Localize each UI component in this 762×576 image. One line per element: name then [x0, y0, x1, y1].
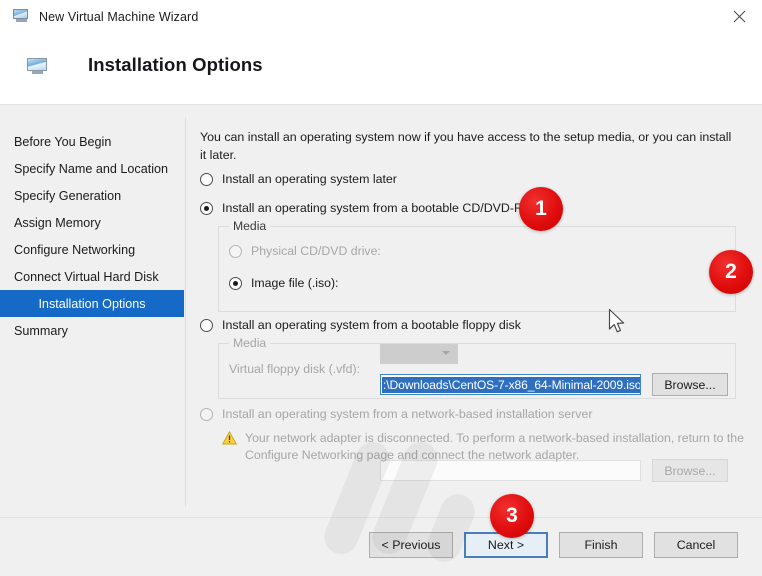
footer-buttons: < Previous Next > Finish Cancel [369, 532, 738, 558]
sidebar-item-assign-memory[interactable]: Assign Memory [0, 209, 184, 236]
previous-button-label: < Previous [382, 538, 441, 552]
sidebar-item-summary[interactable]: Summary [0, 317, 184, 344]
finish-button-label: Finish [584, 538, 617, 552]
sidebar-list: Before You Begin Specify Name and Locati… [0, 128, 184, 344]
close-icon [733, 10, 746, 23]
sidebar-item-specify-name-and-location[interactable]: Specify Name and Location [0, 155, 184, 182]
radio-physical-cd-dvd-drive [229, 245, 242, 258]
warning-triangle-icon [222, 431, 237, 448]
network-warning-text: Your network adapter is disconnected. To… [245, 430, 745, 464]
option-install-network-label: Install an operating system from a netwo… [222, 407, 593, 421]
sidebar-item-label: Installation Options [38, 297, 145, 311]
intro-text: You can install an operating system now … [200, 128, 733, 164]
option-install-network-row: Install an operating system from a netwo… [200, 407, 593, 421]
virtual-floppy-label: Virtual floppy disk (.vfd): [229, 362, 360, 376]
radio-image-file[interactable] [229, 277, 242, 290]
sidebar-item-connect-virtual-hard-disk[interactable]: Connect Virtual Hard Disk [0, 263, 184, 290]
physical-drive-row: Physical CD/DVD drive: [229, 244, 381, 258]
physical-drive-label: Physical CD/DVD drive: [251, 244, 381, 258]
image-file-label: Image file (.iso): [251, 276, 338, 290]
option-install-later-row[interactable]: Install an operating system later [200, 172, 397, 186]
monitor-icon [13, 9, 30, 24]
installation-options-panel: You can install an operating system now … [186, 106, 762, 516]
close-button[interactable] [716, 0, 762, 33]
step-badge-3: 3 [490, 494, 534, 538]
radio-install-network [200, 408, 213, 421]
mouse-cursor [608, 308, 628, 341]
step-badge-2: 2 [709, 250, 753, 294]
wizard-body: Before You Begin Specify Name and Locati… [0, 106, 762, 516]
image-file-row: Image file (.iso): [229, 276, 338, 290]
option-install-floppy-label: Install an operating system from a boota… [222, 318, 521, 332]
wizard-steps-sidebar: Before You Begin Specify Name and Locati… [0, 106, 184, 516]
header-monitor-icon [27, 58, 48, 76]
sidebar-item-label: Assign Memory [14, 216, 101, 230]
radio-install-later[interactable] [200, 173, 213, 186]
option-install-floppy-row[interactable]: Install an operating system from a boota… [200, 318, 521, 332]
step-badge-2-label: 2 [725, 260, 737, 284]
sidebar-item-installation-options[interactable]: Installation Options [0, 290, 184, 317]
title-bar: New Virtual Machine Wizard [0, 0, 762, 33]
floppy-media-groupbox-title: Media [229, 336, 270, 350]
step-badge-3-label: 3 [506, 504, 518, 528]
sidebar-item-configure-networking[interactable]: Configure Networking [0, 236, 184, 263]
sidebar-item-label: Summary [14, 324, 68, 338]
sidebar-item-label: Configure Networking [14, 243, 135, 257]
sidebar-item-label: Connect Virtual Hard Disk [14, 270, 159, 284]
radio-install-floppy[interactable] [200, 319, 213, 332]
option-install-later-label: Install an operating system later [222, 172, 397, 186]
window-title: New Virtual Machine Wizard [39, 10, 198, 24]
cancel-button-label: Cancel [677, 538, 716, 552]
sidebar-item-label: Specify Generation [14, 189, 121, 203]
radio-install-cd[interactable] [200, 202, 213, 215]
step-badge-1: 1 [519, 187, 563, 231]
virtual-floppy-row: Virtual floppy disk (.vfd): [229, 362, 360, 376]
new-virtual-machine-wizard-window: New Virtual Machine Wizard Installation … [0, 0, 762, 576]
step-badge-1-label: 1 [535, 197, 547, 221]
option-install-cd-row[interactable]: Install an operating system from a boota… [200, 201, 543, 215]
cd-media-groupbox: Media [218, 226, 736, 312]
sidebar-item-before-you-begin[interactable]: Before You Begin [0, 128, 184, 155]
sidebar-item-specify-generation[interactable]: Specify Generation [0, 182, 184, 209]
next-button-label: Next > [488, 538, 524, 552]
option-install-cd-label: Install an operating system from a boota… [222, 201, 543, 215]
network-warning: Your network adapter is disconnected. To… [222, 430, 745, 464]
page-header: Installation Options [0, 33, 762, 105]
sidebar-item-label: Before You Begin [14, 135, 111, 149]
sidebar-item-label: Specify Name and Location [14, 162, 168, 176]
finish-button[interactable]: Finish [559, 532, 643, 558]
wizard-footer: < Previous Next > Finish Cancel [0, 517, 762, 576]
page-title: Installation Options [88, 54, 263, 76]
previous-button[interactable]: < Previous [369, 532, 453, 558]
cancel-button[interactable]: Cancel [654, 532, 738, 558]
browse-button-label: Browse... [664, 464, 715, 478]
cd-media-groupbox-title: Media [229, 219, 270, 233]
